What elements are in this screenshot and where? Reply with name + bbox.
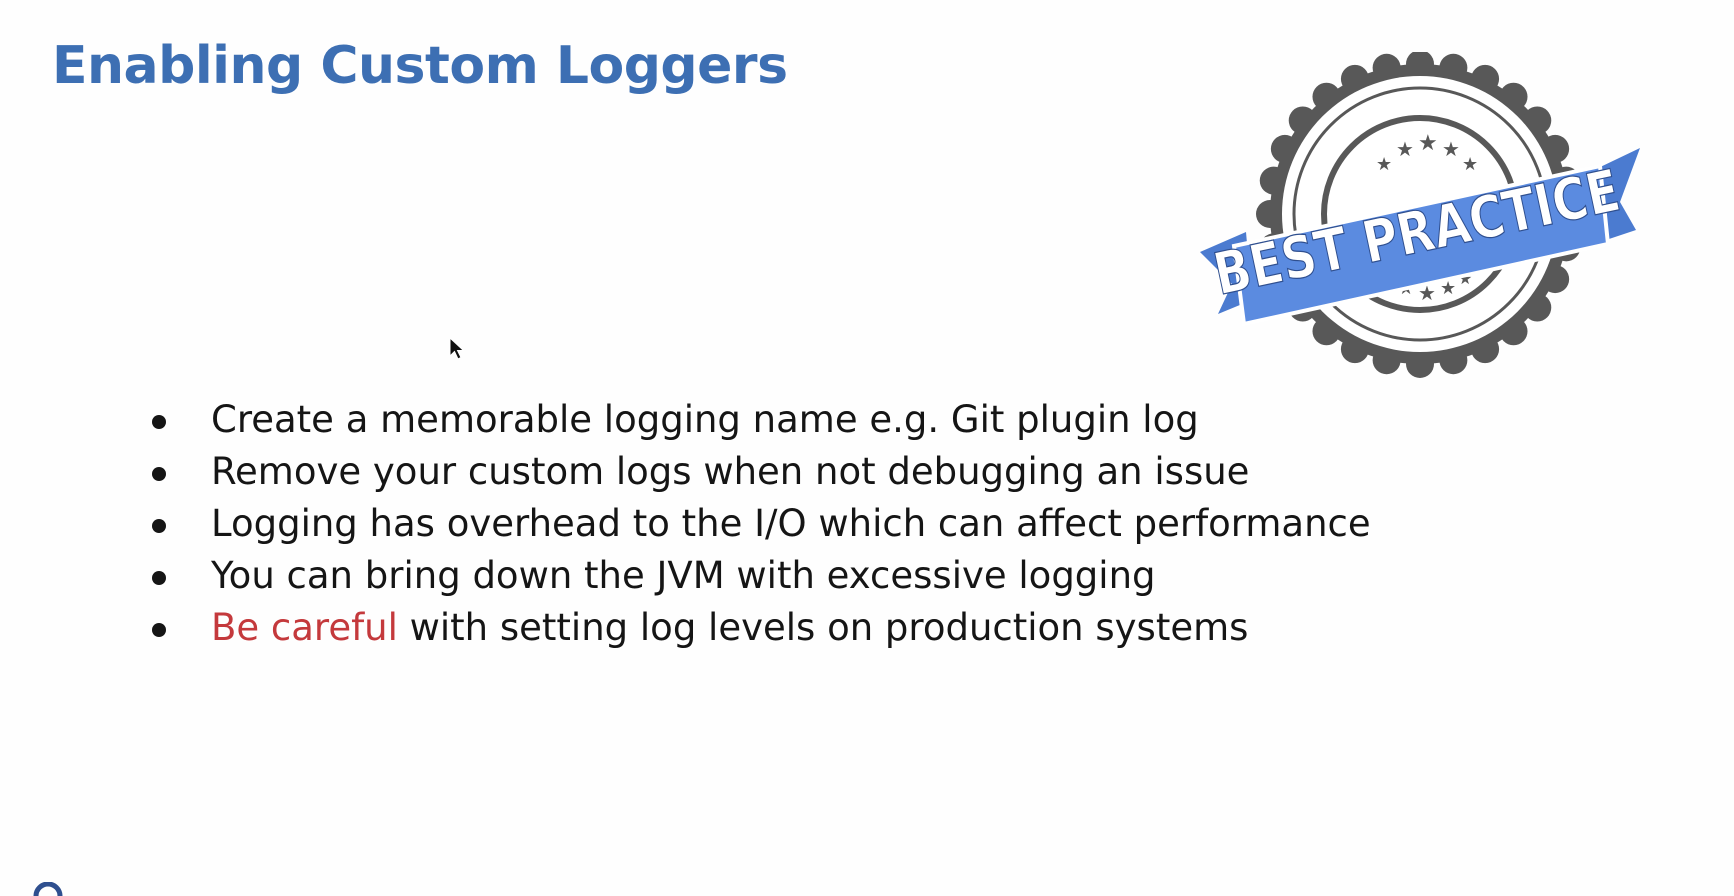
seal-scallop-bump: [1372, 346, 1401, 375]
seal-scallop-bump: [1439, 346, 1468, 375]
slide-canvas: Enabling Custom Loggers ★ ★ ★ ★ ★ ★ ★ ★ …: [0, 0, 1734, 896]
bullet-warning-text: Be careful: [211, 606, 398, 649]
bullet-dot: [152, 623, 166, 637]
svg-text:★: ★: [1462, 154, 1478, 175]
seal-scallop-bump: [1439, 53, 1468, 82]
svg-text:★: ★: [1396, 137, 1414, 161]
seal-scallop-bump: [1406, 350, 1434, 378]
bullet-dot: [152, 415, 166, 429]
slide-title: Enabling Custom Loggers: [52, 36, 788, 96]
bullet-dot: [152, 571, 166, 585]
seal-scallop-bump: [1259, 166, 1288, 195]
bullet-text: Logging has overhead to the I/O which ca…: [211, 502, 1371, 545]
bullet-text: with setting log levels on production sy…: [397, 606, 1249, 649]
presenter-logo-icon: [33, 882, 63, 896]
bullet-dot: [152, 519, 166, 533]
svg-text:★: ★: [1442, 137, 1460, 161]
bullet-list: Create a memorable logging name e.g. Git…: [150, 394, 1450, 654]
svg-text:★: ★: [1418, 131, 1438, 156]
bullet-text: Remove your custom logs when not debuggi…: [211, 450, 1250, 493]
seal-scallop-bump: [1372, 53, 1401, 82]
bullet-dot: [152, 467, 166, 481]
best-practice-seal-icon: ★ ★ ★ ★ ★ ★ ★ ★ ★ ★ BEST PRACTICE: [1200, 52, 1640, 378]
svg-text:★: ★: [1376, 154, 1392, 175]
bullet-item: Be careful with setting log levels on pr…: [150, 602, 1450, 654]
bullet-item: You can bring down the JVM with excessiv…: [150, 550, 1450, 602]
bullet-text: Create a memorable logging name e.g. Git…: [211, 398, 1199, 441]
bullet-text: You can bring down the JVM with excessiv…: [211, 554, 1156, 597]
seal-scallop-bump: [1256, 200, 1284, 228]
bullet-item: Logging has overhead to the I/O which ca…: [150, 498, 1450, 550]
mouse-pointer-icon: [449, 337, 465, 360]
bullet-item: Create a memorable logging name e.g. Git…: [150, 394, 1450, 446]
bullet-item: Remove your custom logs when not debuggi…: [150, 446, 1450, 498]
